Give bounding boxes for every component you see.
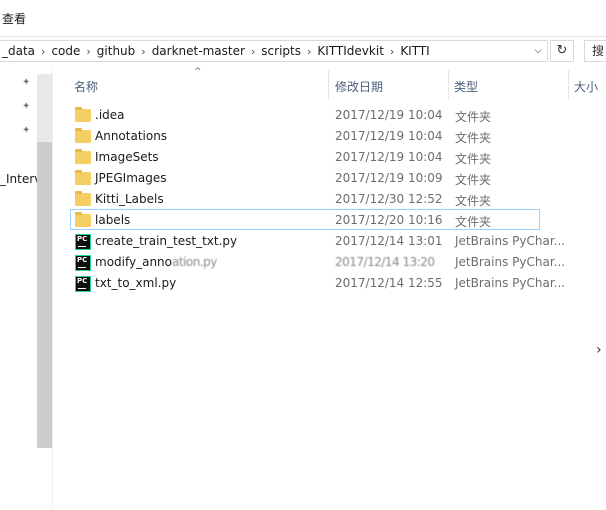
file-name: ImageSets <box>95 150 159 164</box>
crumb-scripts[interactable]: scripts <box>261 44 301 58</box>
crumb-data[interactable]: _data <box>2 44 35 58</box>
pane-divider <box>52 66 53 510</box>
file-type: 文件夹 <box>455 194 492 208</box>
column-date[interactable]: 修改日期 <box>335 78 383 95</box>
file-date: 2017/12/14 12:55 <box>335 276 443 290</box>
file-date: 2017/12/14 13:20 <box>335 255 435 269</box>
file-type: 文件夹 <box>455 110 492 124</box>
crumb-code[interactable]: code <box>51 44 80 58</box>
list-item[interactable]: modify_annoation.py 2017/12/14 13:20 Jet… <box>70 251 565 272</box>
folder-icon <box>75 128 91 143</box>
list-item[interactable]: create_train_test_txt.py 2017/12/14 13:0… <box>70 230 565 251</box>
view-tab[interactable]: 查看 <box>2 10 26 27</box>
search-placeholder: 搜 <box>592 44 605 58</box>
crumb-kittidevkit[interactable]: KITTIdevkit <box>317 44 384 58</box>
file-name: Annotations <box>95 129 168 143</box>
column-size[interactable]: 大小 <box>574 78 598 95</box>
sort-ascending-icon: ^ <box>194 67 202 77</box>
file-type: JetBrains PyChar... <box>455 255 566 269</box>
file-type: 文件夹 <box>455 215 492 229</box>
chevron-down-icon[interactable]: ⌵ <box>531 45 545 56</box>
file-name: Kitti_Labels <box>95 192 164 206</box>
file-name: labels <box>95 213 131 227</box>
chevron-right-icon[interactable]: › <box>390 45 394 58</box>
breadcrumb: _data › code › github › darknet-master › scripts… <box>2 44 430 58</box>
crumb-kitti[interactable]: KITTI <box>400 44 429 58</box>
folder-icon <box>75 170 91 185</box>
chevron-right-icon[interactable]: › <box>141 45 145 58</box>
list-item[interactable]: Kitti_Labels 2017/12/30 12:52 文件夹 <box>70 188 540 209</box>
column-type[interactable]: 类型 <box>454 78 478 95</box>
folder-icon <box>75 149 91 164</box>
file-type: JetBrains PyChar... <box>455 234 566 248</box>
column-name[interactable]: 名称 <box>74 78 98 95</box>
file-name: JPEGImages <box>95 171 167 185</box>
pycharm-file-icon <box>75 234 91 250</box>
pin-icon[interactable]: ✦ <box>22 126 32 136</box>
list-item[interactable]: Annotations 2017/12/19 10:04 文件夹 <box>70 125 540 146</box>
file-date: 2017/12/19 10:04 <box>335 150 443 164</box>
search-input[interactable]: 搜 <box>584 40 606 62</box>
file-name: create_train_test_txt.py <box>95 234 238 248</box>
file-type: 文件夹 <box>455 131 492 145</box>
file-name-obscured: ation.py <box>172 255 217 269</box>
pin-icon[interactable]: ✦ <box>22 78 32 88</box>
crumb-darknet-master[interactable]: darknet-master <box>152 44 245 58</box>
file-name-visible: modify_anno <box>95 255 173 269</box>
chevron-right-icon[interactable]: › <box>596 342 602 358</box>
file-date: 2017/12/20 10:16 <box>335 213 443 227</box>
file-type: 文件夹 <box>455 173 492 187</box>
column-divider[interactable] <box>568 70 569 100</box>
file-date: 2017/12/14 13:01 <box>335 234 443 248</box>
file-name: txt_to_xml.py <box>95 276 177 290</box>
file-date: 2017/12/19 10:09 <box>335 171 443 185</box>
file-name-partial: modify_annoation.py <box>95 255 217 269</box>
nav-item-partial[interactable]: _Interv <box>0 172 41 186</box>
file-date: 2017/12/30 12:52 <box>335 192 443 206</box>
list-item-selected[interactable]: labels 2017/12/20 10:16 文件夹 <box>70 209 540 230</box>
folder-icon <box>75 212 91 227</box>
file-type: JetBrains PyChar... <box>455 276 566 290</box>
file-name: .idea <box>95 108 125 122</box>
ribbon: 查看 <box>0 0 606 37</box>
chevron-right-icon[interactable]: › <box>251 45 255 58</box>
file-date: 2017/12/19 10:04 <box>335 129 443 143</box>
folder-icon <box>75 191 91 206</box>
list-item[interactable]: JPEGImages 2017/12/19 10:09 文件夹 <box>70 167 540 188</box>
pin-icon[interactable]: ✦ <box>22 102 32 112</box>
crumb-github[interactable]: github <box>97 44 135 58</box>
list-item[interactable]: ImageSets 2017/12/19 10:04 文件夹 <box>70 146 540 167</box>
column-divider[interactable] <box>328 70 329 100</box>
column-header: ^ 名称 修改日期 类型 大小 <box>53 67 606 100</box>
column-divider[interactable] <box>448 70 449 100</box>
refresh-icon: ↻ <box>556 43 568 58</box>
path-box[interactable]: _data › code › github › darknet-master › scripts… <box>0 40 548 62</box>
list-item[interactable]: .idea 2017/12/19 10:04 文件夹 <box>70 104 540 125</box>
folder-icon <box>75 107 91 122</box>
chevron-right-icon[interactable]: › <box>307 45 311 58</box>
pycharm-file-icon <box>75 255 91 271</box>
list-item[interactable]: txt_to_xml.py 2017/12/14 12:55 JetBrains… <box>70 272 565 293</box>
file-type: 文件夹 <box>455 152 492 166</box>
address-bar: _data › code › github › darknet-master › scripts… <box>0 38 606 64</box>
nav-scrollbar-thumb[interactable] <box>37 142 52 448</box>
pycharm-file-icon <box>75 276 91 292</box>
file-date: 2017/12/19 10:04 <box>335 108 443 122</box>
chevron-right-icon[interactable]: › <box>41 45 45 58</box>
chevron-right-icon[interactable]: › <box>86 45 90 58</box>
refresh-button[interactable]: ↻ <box>550 40 574 62</box>
